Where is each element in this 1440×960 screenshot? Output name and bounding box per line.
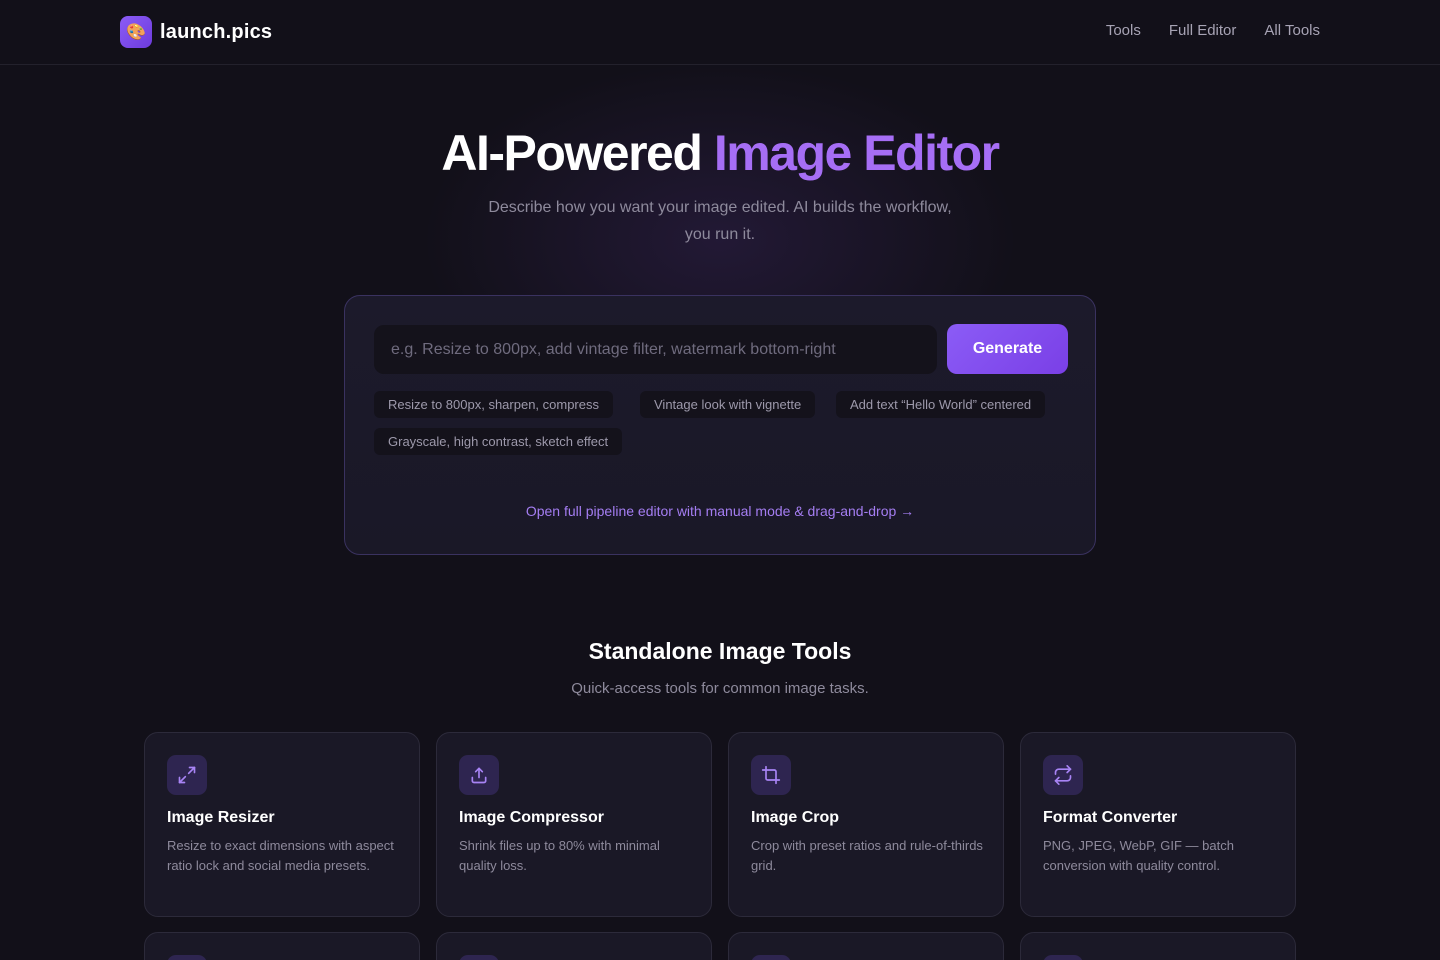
tool-description: Crop with preset ratios and rule-of-thir… — [751, 838, 983, 873]
tool-icon — [167, 955, 207, 960]
tool-description: Shrink files up to 80% with minimal qual… — [459, 838, 660, 873]
tools-section-subtitle: Quick-access tools for common image task… — [571, 680, 869, 697]
suggestion-chip[interactable]: Resize to 800px, sharpen, compress — [374, 391, 613, 418]
generate-button[interactable]: Generate — [947, 324, 1068, 374]
tool-name: Format Converter — [1043, 809, 1178, 826]
tool-icon — [751, 955, 791, 960]
tool-name: Image Crop — [751, 809, 840, 826]
nav-link-tools[interactable]: Tools — [1106, 22, 1141, 39]
tool-card-format-converter[interactable]: Format Converter PNG, JPEG, WebP, GIF — … — [1020, 732, 1296, 917]
tool-card[interactable] — [436, 932, 712, 960]
tool-card[interactable] — [144, 932, 420, 960]
prompt-card: Generate Resize to 800px, sharpen, compr… — [344, 295, 1096, 555]
pipeline-editor-link[interactable]: Open full pipeline editor with manual mo… — [345, 503, 1095, 519]
main-nav: Tools Full Editor All Tools — [1106, 22, 1320, 39]
top-header: 🎨 launch.pics Tools Full Editor All Tool… — [0, 0, 1440, 65]
nav-link-full-editor[interactable]: Full Editor — [1169, 22, 1237, 39]
tool-name: Image Resizer — [167, 809, 275, 826]
suggestion-chip[interactable]: Add text “Hello World” centered — [836, 391, 1046, 418]
tool-name: Image Compressor — [459, 809, 604, 826]
palette-icon: 🎨 — [120, 16, 152, 48]
suggestion-chip[interactable]: Grayscale, high contrast, sketch effect — [374, 428, 623, 455]
tool-card[interactable] — [1020, 932, 1296, 960]
resize-icon — [167, 755, 207, 795]
tool-card-image-resizer[interactable]: Image Resizer Resize to exact dimensions… — [144, 732, 420, 917]
brand-name: launch.pics — [160, 20, 273, 43]
tool-icon — [459, 955, 499, 960]
nav-link-all-tools[interactable]: All Tools — [1264, 22, 1320, 39]
brand-logo[interactable]: 🎨 launch.pics — [120, 16, 272, 48]
tool-card-image-crop[interactable]: Image Crop Crop with preset ratios and r… — [728, 732, 1004, 917]
tool-description: Resize to exact dimensions with aspect r… — [167, 838, 394, 873]
tool-card[interactable] — [728, 932, 1004, 960]
page-subtitle: Describe how you want your image edited.… — [488, 199, 952, 243]
crop-icon — [751, 755, 791, 795]
tool-icon — [1043, 955, 1083, 960]
tools-section-title: Standalone Image Tools — [588, 638, 852, 664]
tool-card-image-compressor[interactable]: Image Compressor Shrink files up to 80% … — [436, 732, 712, 917]
upload-icon — [459, 755, 499, 795]
page-title: AI-Powered Image Editor — [0, 124, 1440, 182]
suggestion-chip[interactable]: Vintage look with vignette — [640, 391, 816, 418]
title-accent: Image Editor — [713, 125, 1000, 181]
title-plain: AI-Powered — [441, 125, 703, 181]
tool-description: PNG, JPEG, WebP, GIF — batch conversion … — [1043, 838, 1234, 873]
convert-icon — [1043, 755, 1083, 795]
prompt-input[interactable] — [374, 325, 937, 374]
